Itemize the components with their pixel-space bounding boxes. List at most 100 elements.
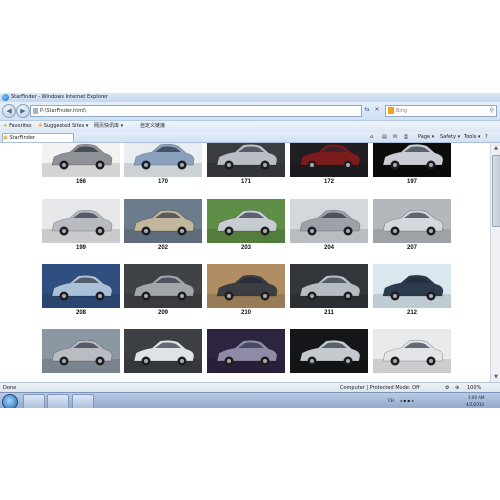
print-icon[interactable]: ⎙ <box>404 132 408 142</box>
forward-button[interactable]: ▶ <box>16 104 30 118</box>
windows-start-button[interactable] <box>2 394 18 408</box>
car-model-number: 202 <box>157 245 168 251</box>
car-image <box>373 274 451 308</box>
gallery-item[interactable]: 204 <box>290 199 368 255</box>
car-image <box>373 339 451 373</box>
car-thumbnail[interactable] <box>290 199 368 243</box>
car-thumbnail[interactable] <box>124 199 202 243</box>
page-content: 166 170 171 172 197 199 202 203 204 207 208 209 210 2… <box>0 143 490 382</box>
car-thumbnail[interactable] <box>290 329 368 373</box>
car-thumbnail[interactable] <box>124 143 202 177</box>
car-thumbnail[interactable] <box>373 264 451 308</box>
star-icon: ★ <box>3 123 8 129</box>
car-image <box>373 209 451 243</box>
gallery-item[interactable]: 170 <box>124 143 202 189</box>
gallery-item[interactable]: 212 <box>373 264 451 320</box>
car-thumbnail[interactable] <box>373 329 451 373</box>
window-title: StarFinder - Windows Internet Explorer <box>11 94 108 100</box>
taskbar-folder-icon[interactable] <box>47 394 69 408</box>
gallery-item[interactable]: 203 <box>207 199 285 255</box>
custom-links-link[interactable]: 自定义链接 <box>140 121 165 132</box>
car-image <box>207 143 285 177</box>
gallery-item[interactable] <box>42 329 120 382</box>
car-thumbnail[interactable] <box>42 329 120 373</box>
gallery-item[interactable]: 172 <box>290 143 368 189</box>
safety-menu[interactable]: Safety ▾ <box>440 132 460 142</box>
car-thumbnail[interactable] <box>124 264 202 308</box>
car-thumbnail[interactable] <box>290 264 368 308</box>
gallery-item[interactable] <box>373 329 451 382</box>
help-icon[interactable]: ? <box>485 132 488 142</box>
home-icon[interactable]: ⌂ <box>370 132 373 142</box>
back-button[interactable]: ◀ <box>2 104 16 118</box>
bing-logo-icon <box>388 107 394 114</box>
suggested-sites-label: Suggested Sites ▾ <box>43 123 89 129</box>
search-input[interactable]: Bing ⚲ <box>385 105 497 117</box>
car-model-number: 210 <box>240 310 251 316</box>
vertical-scrollbar[interactable]: ▲ ▼ <box>490 143 500 382</box>
clock-date[interactable]: 4/2/2010 <box>466 402 484 407</box>
gallery-item[interactable]: 209 <box>124 264 202 320</box>
car-model-number: 172 <box>323 179 334 185</box>
page-menu[interactable]: Page ▾ <box>418 132 434 142</box>
search-icon[interactable]: ⚲ <box>490 106 494 116</box>
car-thumbnail[interactable] <box>124 329 202 373</box>
tab-starfinder[interactable]: ▣ StarFinder <box>2 133 74 142</box>
car-image <box>42 274 120 308</box>
car-thumbnail[interactable] <box>207 329 285 373</box>
car-thumbnail[interactable] <box>373 143 451 177</box>
car-thumbnail[interactable] <box>207 264 285 308</box>
web-slice-gallery-link[interactable]: 网页快讯库 ▾ <box>94 121 123 132</box>
scroll-up-icon[interactable]: ▲ <box>492 144 500 152</box>
title-bar: StarFinder - Windows Internet Explorer <box>0 93 500 102</box>
taskbar-app-icon[interactable] <box>72 394 94 408</box>
car-model-number: 203 <box>240 245 251 251</box>
clock-time[interactable]: 3:00 AM <box>468 395 484 400</box>
car-image <box>42 339 120 373</box>
feeds-icon[interactable]: ▤ <box>382 132 387 142</box>
gallery-item[interactable]: 210 <box>207 264 285 320</box>
navigation-bar: ◀ ▶ P:\StarFinder.html\ ⇆ ✕ Bing ⚲ <box>0 102 500 121</box>
taskbar-ie-icon[interactable] <box>23 394 45 408</box>
address-bar[interactable]: P:\StarFinder.html\ <box>30 105 362 117</box>
gallery-item[interactable]: 171 <box>207 143 285 189</box>
tray-icons[interactable]: ◂ ▪ ▪ ◂ <box>400 398 413 403</box>
favorites-bar: ★ Favorites ✚ Suggested Sites ▾ 网页快讯库 ▾ … <box>0 121 500 132</box>
gallery-item[interactable]: 166 <box>42 143 120 189</box>
car-thumbnail[interactable] <box>42 199 120 243</box>
scroll-down-icon[interactable]: ▼ <box>492 373 500 381</box>
car-thumbnail[interactable] <box>207 199 285 243</box>
gallery-item[interactable]: 207 <box>373 199 451 255</box>
car-image <box>42 209 120 243</box>
language-indicator[interactable]: CH <box>388 398 394 403</box>
car-image <box>290 143 368 177</box>
gallery-item[interactable] <box>290 329 368 382</box>
taskbar: CH ◂ ▪ ▪ ◂ 3:00 AM 4/2/2010 <box>0 392 500 408</box>
suggested-sites-link[interactable]: ✚ Suggested Sites ▾ <box>38 121 88 132</box>
gallery-item[interactable] <box>124 329 202 382</box>
tools-menu[interactable]: Tools ▾ <box>464 132 480 142</box>
car-image <box>207 209 285 243</box>
car-thumbnail[interactable] <box>290 143 368 177</box>
car-thumbnail[interactable] <box>42 264 120 308</box>
gallery-item[interactable]: 199 <box>42 199 120 255</box>
car-model-number: 207 <box>406 245 417 251</box>
car-image <box>124 209 202 243</box>
scrollbar-thumb[interactable] <box>492 155 500 227</box>
compatibility-icon[interactable]: ⇆ <box>362 105 372 115</box>
gallery-item[interactable]: 208 <box>42 264 120 320</box>
gallery-item[interactable] <box>207 329 285 382</box>
car-image <box>207 339 285 373</box>
car-thumbnail[interactable] <box>207 143 285 177</box>
gallery-item[interactable]: 211 <box>290 264 368 320</box>
gallery-item[interactable]: 197 <box>373 143 451 189</box>
car-image <box>124 274 202 308</box>
close-tab-icon[interactable]: ✕ <box>372 105 382 115</box>
favorites-button[interactable]: ★ Favorites <box>3 121 32 132</box>
mail-icon[interactable]: ✉ <box>393 132 397 142</box>
car-thumbnail[interactable] <box>373 199 451 243</box>
car-model-number: 212 <box>406 310 417 316</box>
car-image <box>124 339 202 373</box>
car-thumbnail[interactable] <box>42 143 120 177</box>
gallery-item[interactable]: 202 <box>124 199 202 255</box>
